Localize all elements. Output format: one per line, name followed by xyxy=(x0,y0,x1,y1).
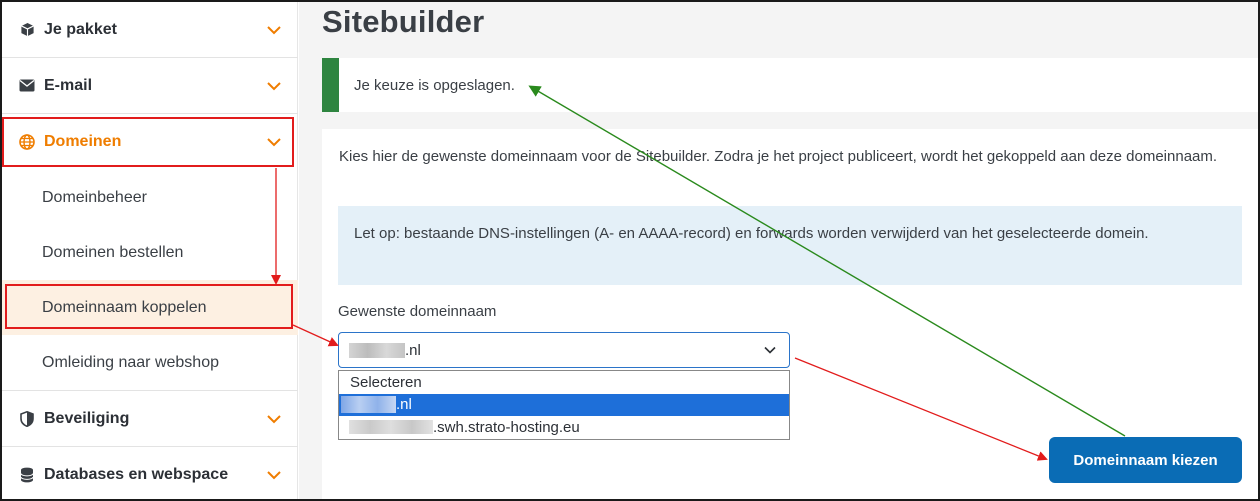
sidebar-item-je-pakket[interactable]: Je pakket xyxy=(2,2,298,58)
info-text: Let op: bestaande DNS-instellingen (A- e… xyxy=(354,225,1149,242)
alert-text: Je keuze is opgeslagen. xyxy=(354,76,515,94)
sidebar-item-label: Databases en webspace xyxy=(44,466,229,483)
chevron-down-icon xyxy=(267,81,281,90)
option-label: .swh.strato-hosting.eu xyxy=(433,418,580,436)
domain-select[interactable]: .nl xyxy=(338,332,790,368)
dropdown-option-selected[interactable]: .nl xyxy=(339,393,789,416)
description-text: Kies hier de gewenste domeinnaam voor de… xyxy=(339,148,1218,165)
sidebar-item-label: Je pakket xyxy=(44,20,117,38)
redacted-text xyxy=(341,396,396,414)
choose-domain-button[interactable]: Domeinnaam kiezen xyxy=(1049,437,1242,483)
domain-field-label: Gewenste domeinnaam xyxy=(338,303,497,320)
sidebar-item-databases-en-webspace[interactable]: Databases en webspace xyxy=(2,447,298,501)
database-icon xyxy=(18,466,36,484)
chevron-down-icon xyxy=(267,414,281,423)
sidebar-subitem-domeinen-bestellen[interactable]: Domeinen bestellen xyxy=(2,225,298,280)
main-content: Sitebuilder Je keuze is opgeslagen. Kies… xyxy=(299,2,1260,501)
sidebar-subitem-omleiding-naar-webshop[interactable]: Omleiding naar webshop xyxy=(2,335,298,390)
redacted-text xyxy=(349,420,433,435)
sidebar-subitem-label: Domeinnaam koppelen xyxy=(42,298,207,316)
chevron-down-icon xyxy=(267,471,281,480)
sidebar-item-domeinen[interactable]: Domeinen xyxy=(2,114,298,170)
redacted-text xyxy=(349,342,405,358)
sidebar-item-label: Domeinen xyxy=(44,133,122,150)
sidebar-subitem-label: Domeinbeheer xyxy=(42,188,147,206)
shield-icon xyxy=(18,410,36,428)
globe-icon xyxy=(18,133,36,151)
chevron-down-icon xyxy=(267,138,281,147)
sidebar-item-e-mail[interactable]: E-mail xyxy=(2,58,298,114)
domain-dropdown-list: Selecteren .nl .swh.strato-hosting.eu xyxy=(338,370,790,440)
domain-card: Kies hier de gewenste domeinnaam voor de… xyxy=(322,129,1260,501)
sidebar: Je pakket E-mail Domeinen Domeinbeheer D… xyxy=(2,2,298,499)
dropdown-option[interactable]: .swh.strato-hosting.eu xyxy=(339,416,789,439)
page-title: Sitebuilder xyxy=(322,4,485,39)
chevron-down-icon xyxy=(764,346,776,354)
chevron-down-icon xyxy=(267,25,281,34)
sidebar-subitem-domeinnaam-koppelen[interactable]: Domeinnaam koppelen xyxy=(2,280,298,335)
envelope-icon xyxy=(18,77,36,95)
select-value: .nl xyxy=(405,341,421,359)
info-box: Let op: bestaande DNS-instellingen (A- e… xyxy=(338,206,1242,285)
sidebar-subitem-domeinbeheer[interactable]: Domeinbeheer xyxy=(2,170,298,225)
dropdown-option[interactable]: Selecteren xyxy=(339,371,789,394)
sidebar-item-label: E-mail xyxy=(44,76,93,94)
box-icon xyxy=(18,21,36,39)
option-label: Selecteren xyxy=(350,373,422,391)
option-label: .nl xyxy=(396,396,412,414)
sidebar-subitem-label: Domeinen bestellen xyxy=(42,243,184,261)
success-alert: Je keuze is opgeslagen. xyxy=(322,58,1260,112)
sidebar-item-label: Beveiliging xyxy=(44,409,130,427)
sidebar-subitem-label: Omleiding naar webshop xyxy=(42,353,219,371)
sidebar-item-beveiliging[interactable]: Beveiliging xyxy=(2,391,298,447)
